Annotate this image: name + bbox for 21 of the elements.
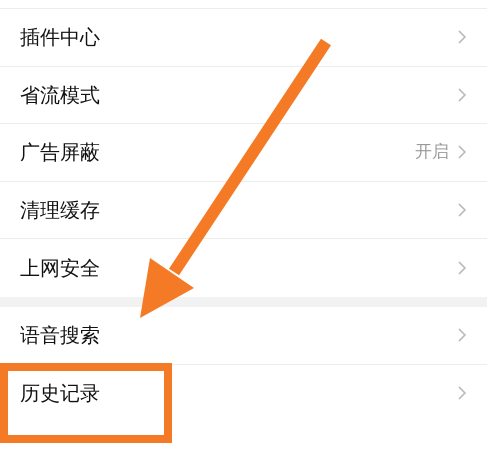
chevron-right-icon (457, 144, 467, 160)
item-label: 广告屏蔽 (20, 139, 100, 166)
item-label: 插件中心 (20, 24, 100, 52)
settings-item[interactable]: 清理缓存 (0, 182, 487, 240)
settings-item[interactable]: 历史记录 (0, 364, 487, 422)
chevron-right-icon (457, 327, 467, 344)
item-label: 省流模式 (20, 82, 100, 109)
chevron-right-icon (457, 202, 467, 218)
item-label: 上网安全 (20, 255, 100, 282)
chevron-right-icon (457, 29, 467, 46)
settings-item[interactable]: 插件中心 (0, 9, 487, 67)
settings-item[interactable]: 省流模式 (0, 66, 487, 124)
chevron-right-icon (457, 385, 467, 402)
item-value: 开启 (415, 140, 449, 164)
settings-item[interactable]: 上网安全 (0, 239, 487, 297)
item-label: 清理缓存 (20, 197, 100, 224)
settings-item[interactable]: 广告屏蔽 开启 (0, 124, 487, 182)
item-label: 历史记录 (20, 380, 100, 408)
chevron-right-icon (457, 86, 467, 103)
item-label: 语音搜索 (20, 322, 100, 350)
chevron-right-icon (457, 260, 467, 276)
